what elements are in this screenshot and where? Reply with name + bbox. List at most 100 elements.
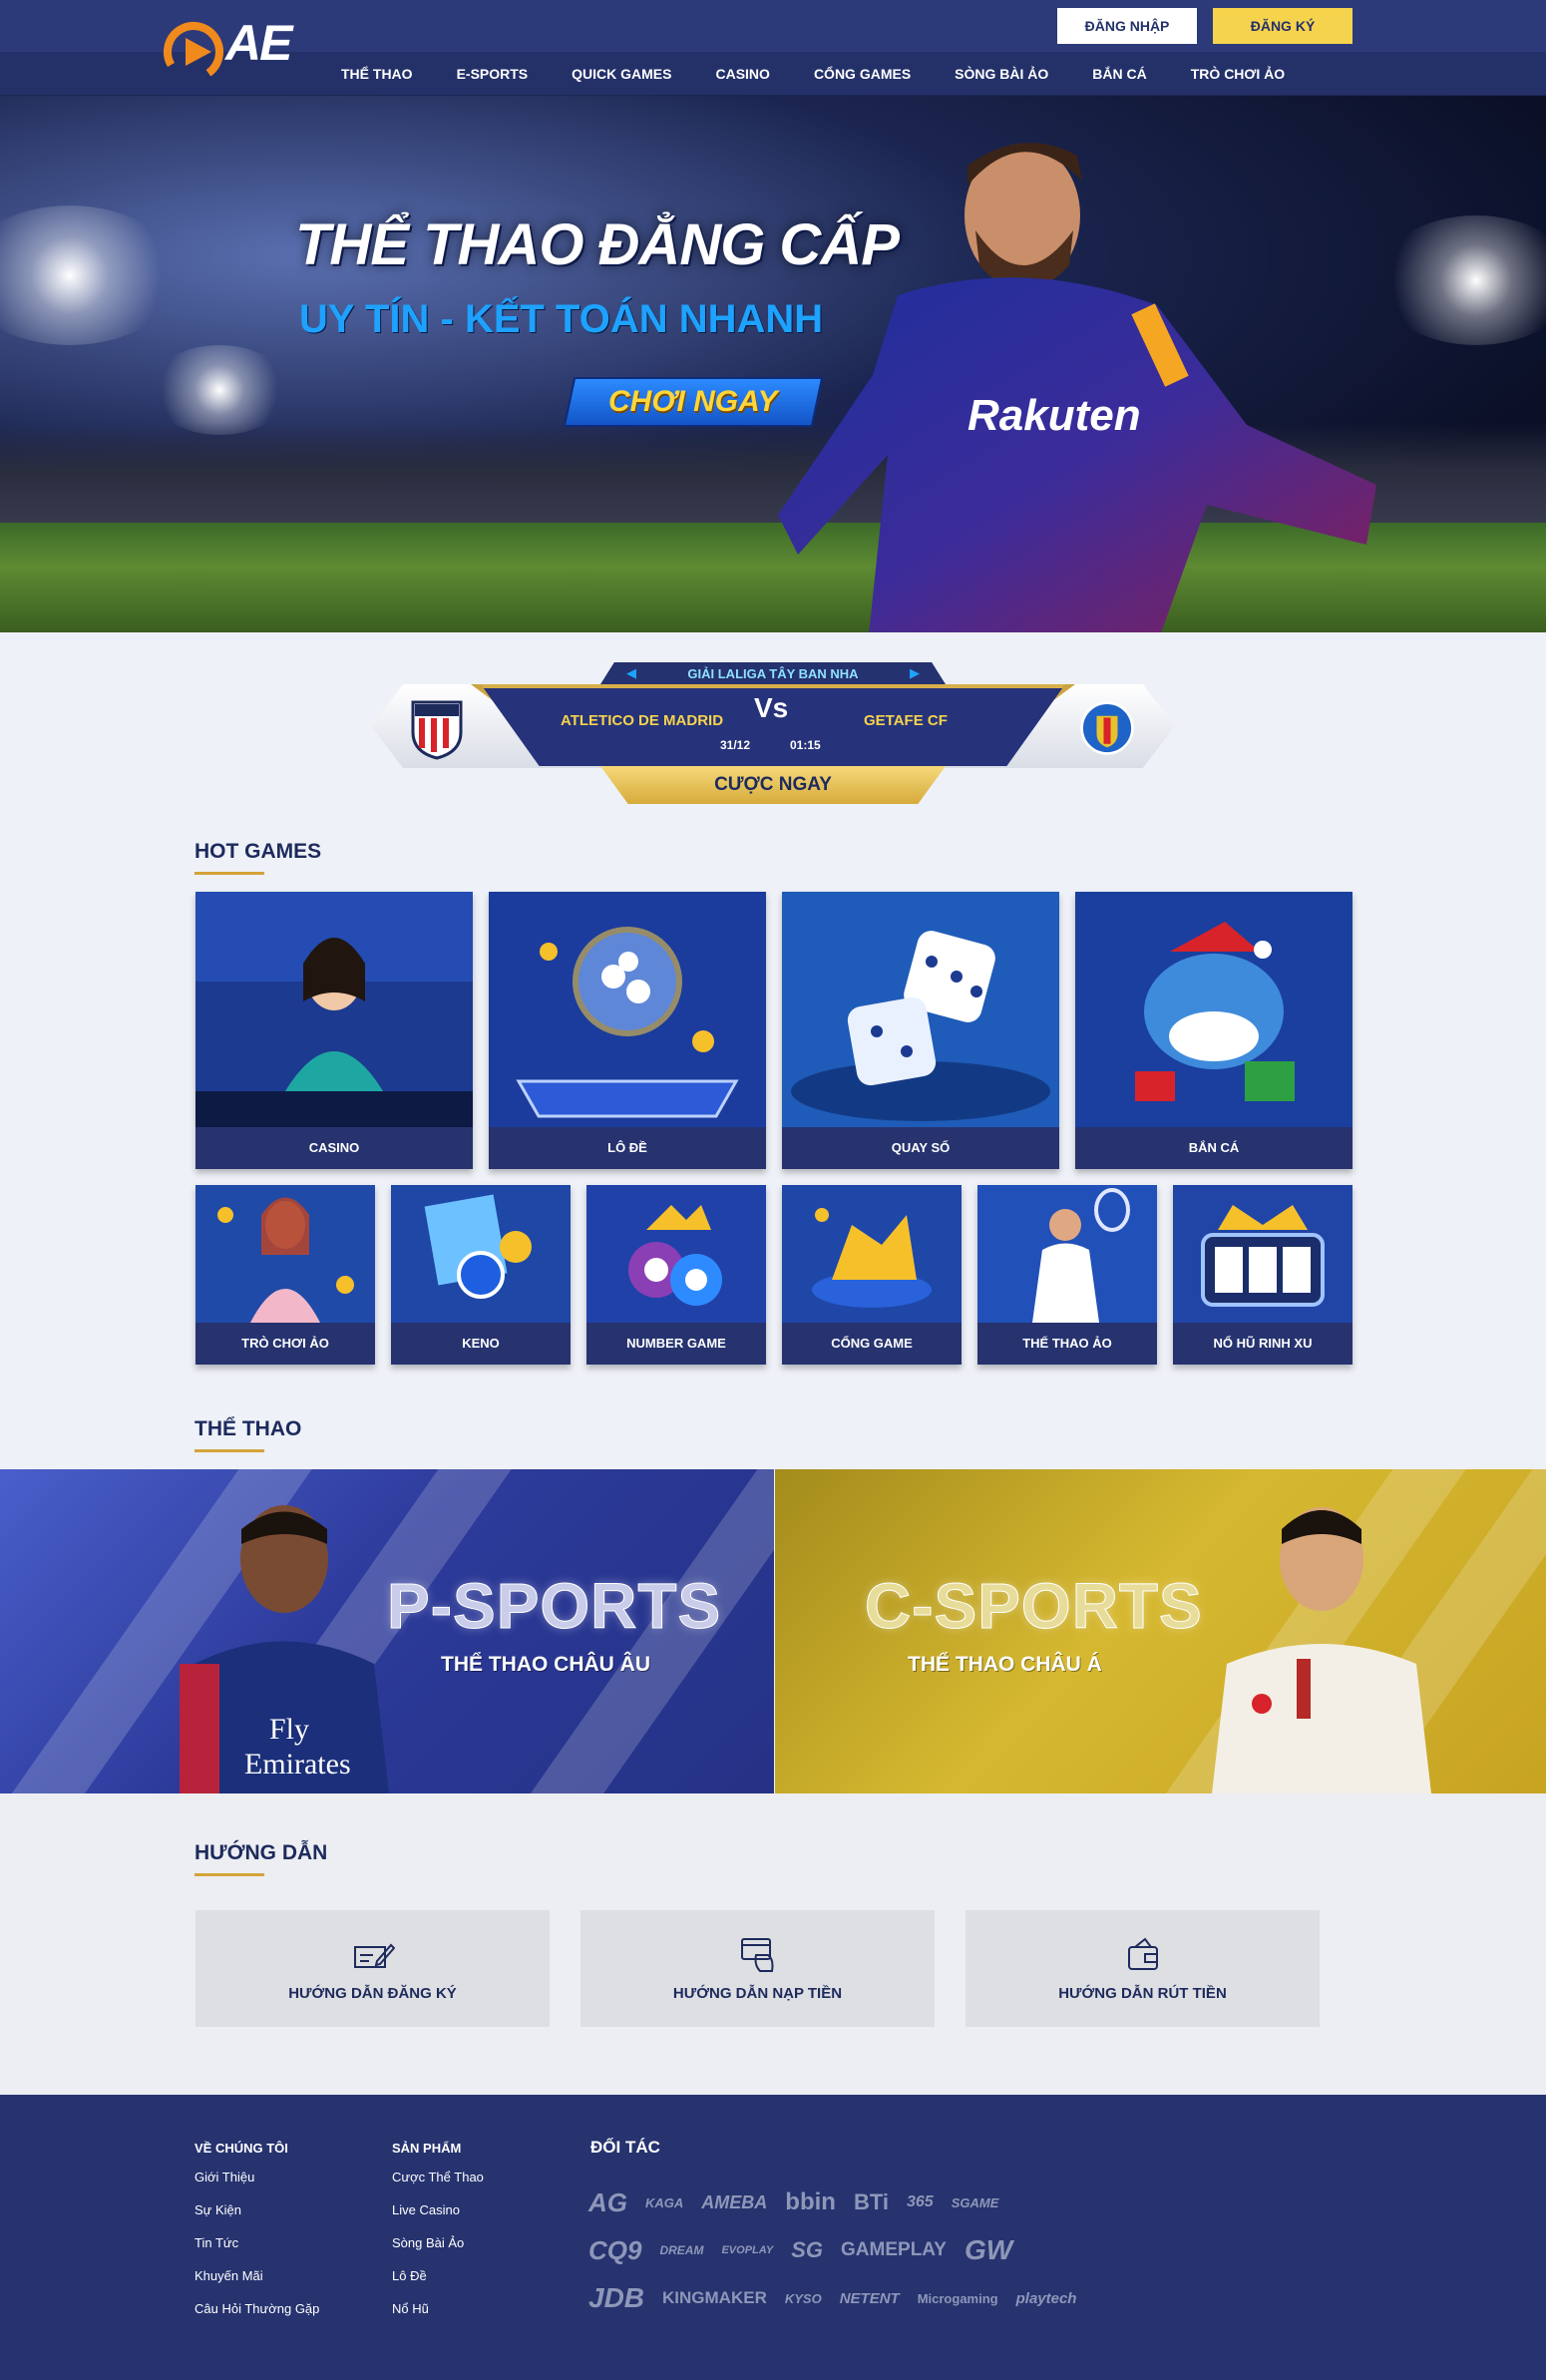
casino-dealer-image: [195, 892, 473, 1127]
game-card-cong-game[interactable]: CỔNG GAME: [782, 1185, 962, 1365]
partner-logo: BTi: [853, 2189, 889, 2214]
svg-text:Rakuten: Rakuten: [967, 391, 1141, 440]
partner-logo: SGAME: [951, 2194, 999, 2210]
partner-logo: playtech: [1015, 2289, 1077, 2307]
p-sports-player-image: Fly Emirates: [180, 1505, 389, 1793]
game-label: THỂ THAO ẢO: [977, 1323, 1157, 1365]
game-card-number-game[interactable]: NUMBER GAME: [586, 1185, 766, 1365]
nav-item-quick-games[interactable]: QUICK GAMES: [572, 66, 671, 82]
game-label: CASINO: [195, 1127, 473, 1169]
game-label: KENO: [391, 1323, 571, 1365]
p-sports-banner[interactable]: Fly Emirates P-SPORTS THỂ THAO CHÂU ÂU: [0, 1469, 774, 1793]
partner-logo: DREAM: [659, 2243, 704, 2257]
footer-link[interactable]: Khuyến Mãi: [194, 2268, 319, 2283]
guide-withdraw-card[interactable]: HƯỚNG DẪN RÚT TIỀN: [966, 1910, 1320, 2027]
register-button[interactable]: ĐĂNG KÝ: [1213, 8, 1353, 44]
footer-link[interactable]: Live Casino: [392, 2202, 484, 2217]
next-arrow-icon[interactable]: ▶: [910, 665, 920, 681]
stadium-light: [0, 205, 180, 345]
vs-label: Vs: [754, 692, 789, 723]
partner-logo: EVOPLAY: [721, 2244, 774, 2256]
play-now-button[interactable]: CHƠI NGAY: [563, 377, 824, 427]
league-label[interactable]: ◀ GIẢI LALIGA TÂY BAN NHA ▶: [600, 662, 946, 684]
wallet-icon: [1127, 1937, 1158, 1970]
game-card-casino[interactable]: CASINO: [195, 892, 473, 1169]
game-card-lo-de[interactable]: LÔ ĐỀ: [489, 892, 766, 1169]
guide-deposit-label: HƯỚNG DẪN NẠP TIỀN: [672, 1985, 843, 2002]
partner-logo: KYSO: [784, 2290, 822, 2306]
partner-logos: AG KAGA AMEBA bbin BTi 365 SGAME CQ9 DRE…: [588, 2179, 1147, 2322]
footer-link[interactable]: Sòng Bài Ảo: [392, 2235, 484, 2250]
partner-logo: NETENT: [839, 2289, 900, 2307]
hero-title: THỂ THAO ĐẲNG CẤP: [295, 212, 900, 277]
nav-item-tro-choi-ao[interactable]: TRÒ CHƠI ẢO: [1191, 66, 1285, 82]
nav-item-the-thao[interactable]: THỂ THAO: [341, 66, 413, 82]
football-player-image: Rakuten: [778, 143, 1376, 632]
keno-image: [391, 1185, 571, 1323]
guide-title: HƯỚNG DẪN: [194, 1841, 328, 1876]
bet-now-button[interactable]: CƯỢC NGAY: [600, 766, 946, 804]
partner-logo: JDB: [588, 2282, 645, 2313]
partner-logo: CQ9: [588, 2234, 642, 2265]
getafe-crest-icon: [1080, 701, 1134, 755]
partner-row: JDB KINGMAKER KYSO NETENT Microgaming pl…: [588, 2274, 1147, 2322]
footer-link[interactable]: Câu Hỏi Thường Gặp: [194, 2301, 319, 2316]
partner-row: AG KAGA AMEBA bbin BTi 365 SGAME: [588, 2179, 1147, 2226]
game-card-ban-ca[interactable]: BẮN CÁ: [1075, 892, 1353, 1169]
footer-link[interactable]: Sự Kiện: [194, 2202, 319, 2217]
hot-games-title: HOT GAMES: [194, 840, 322, 875]
main-nav: THỂ THAO E-SPORTS QUICK GAMES CASINO CỔN…: [319, 52, 1307, 96]
nav-item-ban-ca[interactable]: BẮN CÁ: [1092, 66, 1146, 82]
partners-heading: ĐỐI TÁC: [590, 2138, 660, 2157]
virtual-game-image: [195, 1185, 375, 1323]
prev-arrow-icon[interactable]: ◀: [626, 665, 636, 681]
deposit-card-icon: [740, 1938, 773, 1972]
game-label: CỔNG GAME: [782, 1323, 962, 1365]
footer-about-column: VỀ CHÚNG TÔI Giới Thiệu Sự Kiện Tin Tức …: [194, 2141, 319, 2334]
hero-banner[interactable]: Rakuten THỂ THAO ĐẲNG CẤP UY TÍN - KẾT T…: [0, 96, 1546, 632]
partner-logo: bbin: [785, 2188, 836, 2215]
lottery-image: [489, 892, 766, 1127]
away-team: GETAFE CF: [864, 712, 948, 729]
featured-match: ◀ GIẢI LALIGA TÂY BAN NHA ▶ ATLETICO DE …: [371, 662, 1175, 812]
game-card-the-thao-ao[interactable]: THỂ THAO ẢO: [977, 1185, 1157, 1365]
c-sports-name: C-SPORTS: [865, 1570, 1203, 1643]
guide-deposit-card[interactable]: HƯỚNG DẪN NẠP TIỀN: [580, 1910, 935, 2027]
dice-image: [782, 892, 1059, 1127]
guide-register-card[interactable]: HƯỚNG DẪN ĐĂNG KÝ: [195, 1910, 550, 2027]
partner-logo: GW: [964, 2234, 1013, 2265]
game-label: LÔ ĐỀ: [489, 1127, 766, 1169]
number-balls-image: [586, 1185, 766, 1323]
footer-link[interactable]: Tin Tức: [194, 2235, 319, 2250]
partner-logo: AG: [588, 2186, 627, 2217]
logo[interactable]: AE: [160, 12, 309, 84]
login-button[interactable]: ĐĂNG NHẬP: [1057, 8, 1197, 44]
partner-logo: AMEBA: [701, 2191, 768, 2212]
nav-item-song-bai-ao[interactable]: SÒNG BÀI ẢO: [955, 66, 1048, 82]
footer-link[interactable]: Lô Đề: [392, 2268, 484, 2283]
footer-link[interactable]: Cược Thể Thao: [392, 2170, 484, 2184]
game-card-tro-choi-ao[interactable]: TRÒ CHƠI ẢO: [195, 1185, 375, 1365]
nav-item-cong-games[interactable]: CỔNG GAMES: [814, 66, 911, 82]
footer-link[interactable]: Nổ Hũ: [392, 2301, 484, 2316]
footer-products-column: SẢN PHẨM Cược Thể Thao Live Casino Sòng …: [392, 2141, 484, 2334]
match-date: 31/12: [720, 738, 751, 752]
guide-withdraw-label: HƯỚNG DẪN RÚT TIỀN: [1058, 1985, 1227, 2002]
partner-row: CQ9 DREAM EVOPLAY SG GAMEPLAY GW: [588, 2226, 1147, 2274]
c-sports-banner[interactable]: C-SPORTS THỂ THAO CHÂU Á: [775, 1469, 1546, 1793]
game-label: NỔ HŨ RINH XU: [1173, 1323, 1353, 1365]
tennis-player-image: [977, 1185, 1157, 1323]
partner-logo: KAGA: [645, 2194, 684, 2210]
sports-title: THỂ THAO: [194, 1417, 302, 1452]
register-form-icon: [353, 1943, 395, 1968]
logo-text: AE: [225, 15, 292, 71]
game-card-no-hu[interactable]: NỔ HŨ RINH XU: [1173, 1185, 1353, 1365]
partner-logo: 365: [906, 2193, 934, 2210]
guide-register-label: HƯỚNG DẪN ĐĂNG KÝ: [288, 1985, 457, 2002]
game-card-quay-so[interactable]: QUAY SỐ: [782, 892, 1059, 1169]
footer-about-heading: VỀ CHÚNG TÔI: [194, 2141, 288, 2156]
game-card-keno[interactable]: KENO: [391, 1185, 571, 1365]
nav-item-esports[interactable]: E-SPORTS: [457, 66, 529, 82]
footer-link[interactable]: Giới Thiệu: [194, 2170, 319, 2184]
nav-item-casino[interactable]: CASINO: [715, 66, 769, 82]
